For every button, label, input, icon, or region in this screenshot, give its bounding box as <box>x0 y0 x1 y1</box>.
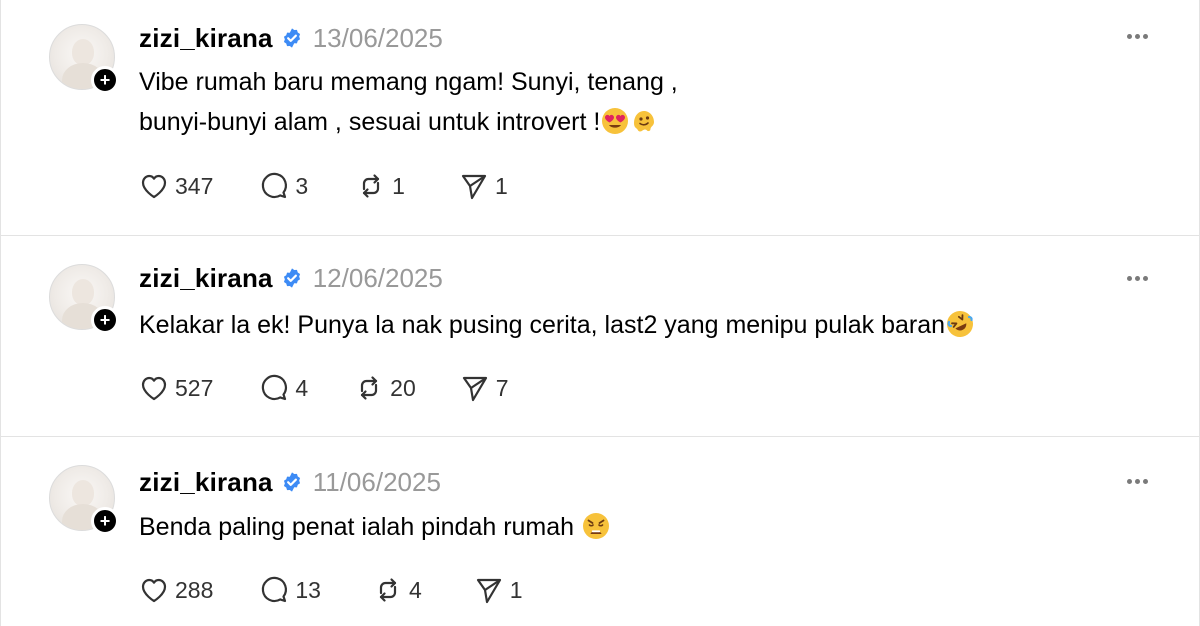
repost-count: 1 <box>392 172 405 199</box>
rofl-emoji <box>947 311 974 337</box>
post-actions: 288 13 4 1 <box>137 572 523 608</box>
post-text-line-content: Kelakar la ek! Punya la nak pusing cerit… <box>139 311 946 339</box>
like-count: 527 <box>175 374 214 401</box>
heart-icon <box>141 174 167 199</box>
share-button[interactable]: 1 <box>472 573 523 607</box>
post-text: Kelakar la ek! Punya la nak pusing cerit… <box>139 305 1139 345</box>
avatar[interactable]: + <box>49 465 119 535</box>
share-button[interactable]: 7 <box>458 371 509 405</box>
share-count: 7 <box>495 374 509 401</box>
post-text: Benda paling penat ialah pindah rumah <box>139 507 1139 547</box>
reply-count: 4 <box>295 374 309 401</box>
send-icon <box>461 174 487 200</box>
thread-feed: + zizi_kirana 13/06/2025 Vibe rumah baru… <box>0 0 1200 626</box>
avatar[interactable]: + <box>49 24 119 94</box>
verified-badge-icon <box>281 471 303 493</box>
post-header: zizi_kirana 11/06/2025 <box>139 465 441 499</box>
reply-count: 13 <box>295 576 321 603</box>
share-count: 1 <box>494 172 508 199</box>
like-button[interactable]: 527 <box>137 371 213 405</box>
follow-plus-icon[interactable]: + <box>91 507 119 535</box>
post-actions: 347 3 1 1 <box>137 168 508 204</box>
more-icon[interactable] <box>1121 22 1153 50</box>
repost-icon <box>361 376 378 400</box>
like-button[interactable]: 288 <box>137 573 213 607</box>
reply-button[interactable]: 13 <box>257 573 321 607</box>
repost-button[interactable]: 20 <box>352 371 416 405</box>
post-actions: 527 4 20 7 <box>137 370 509 406</box>
heart-eyes-emoji <box>602 108 629 134</box>
reply-button[interactable]: 3 <box>257 169 308 203</box>
post-header: zizi_kirana 12/06/2025 <box>139 261 443 295</box>
post-text-line: Vibe rumah baru memang ngam! Sunyi, tena… <box>139 68 678 96</box>
reply-button[interactable]: 4 <box>257 371 308 405</box>
repost-button[interactable]: 1 <box>354 169 405 203</box>
heart-icon <box>141 578 167 603</box>
username[interactable]: zizi_kirana <box>139 263 273 294</box>
repost-button[interactable]: 4 <box>371 573 422 607</box>
like-count: 288 <box>175 576 214 603</box>
weary-face-emoji <box>583 513 610 539</box>
follow-plus-icon[interactable]: + <box>91 66 119 94</box>
repost-count: 20 <box>390 374 416 401</box>
post-text-line: Kelakar la ek! Punya la nak pusing cerit… <box>139 305 1139 345</box>
username[interactable]: zizi_kirana <box>139 467 273 498</box>
repost-count: 4 <box>408 576 422 603</box>
like-count: 347 <box>175 172 214 199</box>
repost-icon <box>379 578 397 602</box>
post-date[interactable]: 11/06/2025 <box>313 467 441 498</box>
more-icon[interactable] <box>1121 264 1153 292</box>
post-header: zizi_kirana 13/06/2025 <box>139 21 443 55</box>
post: + zizi_kirana 13/06/2025 Vibe rumah baru… <box>1 0 1200 236</box>
comment-icon <box>262 576 288 603</box>
post-text-line-content: Benda paling penat ialah pindah rumah <box>139 513 582 541</box>
post-text-line-content: bunyi-bunyi alam , sesuai untuk introver… <box>139 108 601 136</box>
post: + zizi_kirana 11/06/2025 Benda paling pe… <box>1 437 1200 626</box>
verified-badge-icon <box>281 27 303 49</box>
verified-badge-icon <box>281 267 303 289</box>
post-text-line-2: bunyi-bunyi alam , sesuai untuk introver… <box>139 102 1139 142</box>
avatar[interactable]: + <box>49 264 119 334</box>
share-count: 1 <box>509 576 523 603</box>
repost-icon <box>363 174 380 198</box>
post-date[interactable]: 13/06/2025 <box>313 23 443 54</box>
comment-icon <box>262 374 288 401</box>
heart-icon <box>141 376 167 401</box>
melting-face-emoji <box>634 111 655 132</box>
post-text-line: Benda paling penat ialah pindah rumah <box>139 507 1139 547</box>
follow-plus-icon[interactable]: + <box>91 306 119 334</box>
more-icon[interactable] <box>1121 467 1153 495</box>
username[interactable]: zizi_kirana <box>139 23 273 54</box>
comment-icon <box>262 172 288 199</box>
reply-count: 3 <box>295 172 309 199</box>
share-button[interactable]: 1 <box>457 169 508 203</box>
send-icon <box>462 376 487 402</box>
post-text: Vibe rumah baru memang ngam! Sunyi, tena… <box>139 62 1139 142</box>
like-button[interactable]: 347 <box>137 169 213 203</box>
send-icon <box>476 578 501 604</box>
post: + zizi_kirana 12/06/2025 Kelakar la ek! … <box>1 236 1200 437</box>
post-date[interactable]: 12/06/2025 <box>313 263 443 294</box>
